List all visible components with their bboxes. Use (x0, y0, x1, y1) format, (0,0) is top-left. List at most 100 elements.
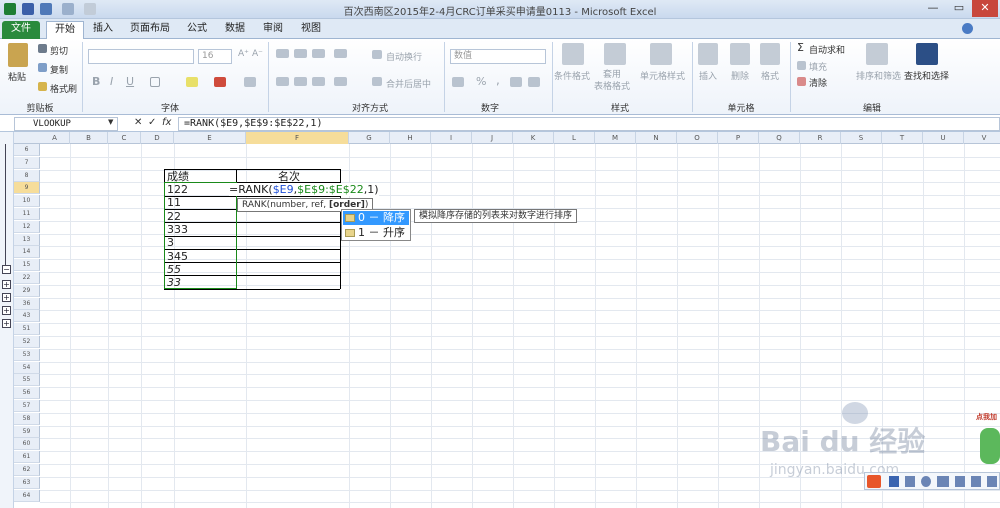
column-header-E[interactable]: E (174, 132, 246, 144)
format-cells-button[interactable]: 格式 (761, 69, 779, 82)
clear-icon[interactable] (797, 77, 806, 86)
formula-input[interactable]: =RANK($E9,$E$9:$E$22,1) (178, 117, 1000, 131)
score-cell[interactable]: 333 (167, 223, 188, 236)
align-bottom-icon[interactable] (312, 49, 325, 58)
grow-font-icon[interactable]: A⁺ (238, 49, 249, 59)
italic-button[interactable]: I (110, 75, 113, 88)
row-header-52[interactable]: 52 (14, 336, 40, 348)
column-header-O[interactable]: O (677, 132, 718, 144)
header-score[interactable]: 成绩 (167, 170, 189, 183)
column-header-C[interactable]: C (108, 132, 141, 144)
outline-collapse-button[interactable]: − (2, 265, 11, 274)
skin-icon[interactable] (971, 476, 981, 487)
increase-decimal-icon[interactable] (510, 77, 522, 87)
column-header-K[interactable]: K (513, 132, 554, 144)
enter-icon[interactable]: ✓ (148, 117, 156, 128)
font-name-combo[interactable] (88, 49, 194, 64)
bold-button[interactable]: B (92, 75, 100, 88)
format-cells-icon[interactable] (760, 43, 780, 65)
insert-cells-icon[interactable] (698, 43, 718, 65)
decrease-decimal-icon[interactable] (528, 77, 540, 87)
outline-expand-button[interactable]: + (2, 293, 11, 302)
row-header-15[interactable]: 15 (14, 259, 40, 272)
score-cell[interactable]: 3 (167, 236, 174, 249)
score-cell[interactable]: 345 (167, 250, 188, 263)
tab-data[interactable]: 数据 (220, 21, 250, 39)
row-header-54[interactable]: 54 (14, 361, 40, 374)
outline-expand-button[interactable]: + (2, 319, 11, 328)
user-icon[interactable] (955, 476, 965, 487)
font-color-icon[interactable] (214, 77, 226, 87)
tab-view[interactable]: 视图 (296, 21, 326, 39)
row-header-29[interactable]: 29 (14, 284, 40, 297)
cut-icon[interactable] (38, 44, 47, 53)
paste-icon[interactable] (8, 43, 28, 67)
conditional-format-icon[interactable] (562, 43, 584, 65)
emoji-icon[interactable] (921, 476, 931, 487)
row-header-64[interactable]: 64 (14, 489, 40, 502)
row-header-22[interactable]: 22 (14, 272, 40, 284)
indent-icon[interactable] (334, 77, 347, 86)
align-left-icon[interactable] (276, 77, 289, 86)
score-cell[interactable]: 122 (167, 183, 188, 196)
copy-button[interactable]: 复制 (50, 63, 68, 76)
align-center-icon[interactable] (294, 77, 307, 86)
column-header-F[interactable]: F (246, 132, 349, 144)
table-format-button[interactable]: 套用 表格格式 (594, 69, 630, 93)
row-header-36[interactable]: 36 (14, 297, 40, 310)
column-header-V[interactable]: V (964, 132, 1000, 144)
column-header-T[interactable]: T (882, 132, 923, 144)
row-header-6[interactable]: 6 (14, 144, 40, 156)
row-header-13[interactable]: 13 (14, 233, 40, 246)
font-size-combo[interactable]: 16 (198, 49, 232, 64)
score-cell[interactable]: 55 (167, 263, 181, 276)
save-icon[interactable] (22, 3, 34, 15)
comma-button[interactable]: , (496, 73, 500, 87)
autocomplete-item[interactable]: 0 － 降序 (343, 211, 409, 225)
keyboard-icon[interactable] (937, 476, 949, 487)
find-select-button[interactable]: 查找和选择 (904, 69, 949, 82)
fill-button[interactable]: 填充 (809, 60, 827, 73)
tab-file[interactable]: 文件 (2, 21, 40, 39)
insert-cells-button[interactable]: 插入 (699, 69, 717, 82)
column-header-Q[interactable]: Q (759, 132, 800, 144)
row-header-43[interactable]: 43 (14, 310, 40, 323)
column-header-L[interactable]: L (554, 132, 595, 144)
row-header-10[interactable]: 10 (14, 195, 40, 208)
copy-icon[interactable] (38, 63, 47, 72)
column-header-P[interactable]: P (718, 132, 759, 144)
tab-home[interactable]: 开始 (46, 21, 84, 39)
row-header-56[interactable]: 56 (14, 387, 40, 400)
percent-button[interactable]: % (476, 75, 486, 88)
tab-page-layout[interactable]: 页面布局 (126, 21, 174, 39)
phonetic-icon[interactable] (244, 77, 256, 87)
redo-icon[interactable] (62, 3, 74, 15)
row-header-8[interactable]: 8 (14, 169, 40, 182)
fill-color-icon[interactable] (186, 77, 198, 87)
row-header-58[interactable]: 58 (14, 412, 40, 425)
tab-formulas[interactable]: 公式 (182, 21, 212, 39)
format-painter-icon[interactable] (38, 82, 47, 91)
row-header-55[interactable]: 55 (14, 374, 40, 387)
sogou-icon[interactable] (867, 475, 881, 488)
delete-cells-button[interactable]: 删除 (731, 69, 749, 82)
column-header-A[interactable]: A (40, 132, 70, 144)
row-header-7[interactable]: 7 (14, 156, 40, 169)
cell-styles-icon[interactable] (650, 43, 672, 65)
merge-center-button[interactable]: 合并后居中 (386, 77, 431, 90)
shrink-font-icon[interactable]: A⁻ (252, 49, 263, 59)
wrap-text-icon[interactable] (372, 50, 382, 59)
undo-icon[interactable] (40, 3, 52, 15)
column-header-D[interactable]: D (141, 132, 174, 144)
format-painter-button[interactable]: 格式刷 (50, 82, 77, 95)
floating-badge[interactable]: 点我加 (976, 408, 1000, 468)
column-header-H[interactable]: H (390, 132, 431, 144)
column-header-B[interactable]: B (70, 132, 108, 144)
row-header-60[interactable]: 60 (14, 438, 40, 451)
clear-button[interactable]: 清除 (809, 76, 827, 89)
row-header-14[interactable]: 14 (14, 246, 40, 259)
row-header-63[interactable]: 63 (14, 476, 40, 489)
row-header-9[interactable]: 9 (14, 182, 40, 195)
outline-expand-button[interactable]: + (2, 306, 11, 315)
cell-styles-button[interactable]: 单元格样式 (640, 69, 685, 82)
